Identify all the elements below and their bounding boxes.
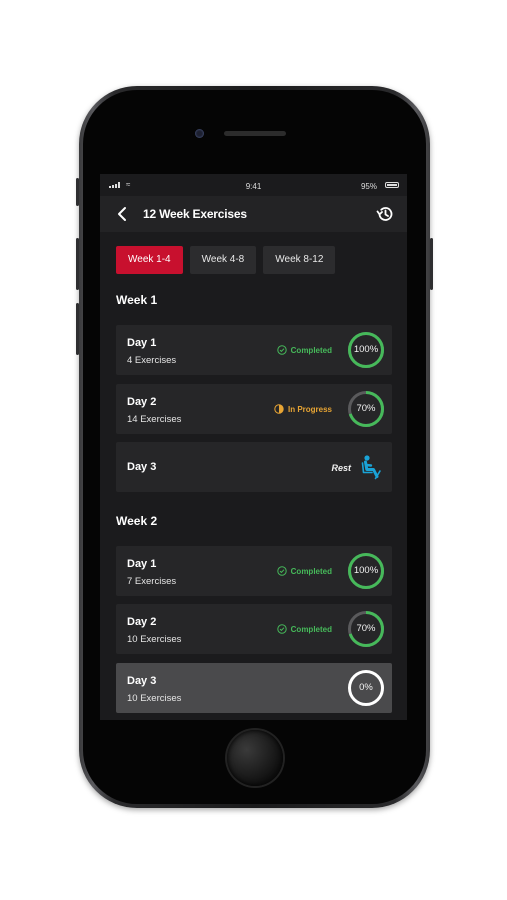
day-card[interactable]: Day 1 7 Exercises Completed 100% <box>116 546 392 596</box>
tab-week-8-12[interactable]: Week 8-12 <box>263 246 336 274</box>
volume-down-button <box>76 303 79 355</box>
status-badge: In Progress <box>274 404 332 414</box>
page-title: 12 Week Exercises <box>143 207 247 221</box>
back-arrow-icon[interactable] <box>114 205 132 223</box>
exercise-count: 14 Exercises <box>127 414 182 425</box>
status-text: Completed <box>290 624 332 634</box>
progress-ring: 70% <box>347 390 385 428</box>
exercise-count: 10 Exercises <box>127 634 182 645</box>
status-badge: Completed <box>276 566 332 576</box>
check-circle-icon <box>276 566 287 576</box>
week-section-title: Week 1 <box>116 293 158 307</box>
day-label: Day 2 <box>127 616 157 628</box>
battery-icon <box>385 182 399 188</box>
status-bar: ≈ 9:41 95% <box>100 174 407 196</box>
status-text: In Progress <box>287 404 332 414</box>
progress-percent: 70% <box>356 403 376 414</box>
progress-ring: 100% <box>347 552 385 590</box>
mute-switch <box>76 178 79 206</box>
home-button[interactable] <box>227 730 283 786</box>
day-label: Day 3 <box>127 461 157 473</box>
volume-up-button <box>76 238 79 290</box>
progress-ring: 0% <box>347 669 385 707</box>
progress-ring: 100% <box>347 331 385 369</box>
front-camera <box>195 129 204 138</box>
history-icon[interactable] <box>375 204 395 224</box>
week-tabs: Week 1-4 Week 4-8 Week 8-12 <box>116 246 336 274</box>
half-circle-icon <box>274 404 284 414</box>
day-card[interactable]: Day 1 4 Exercises Completed 100% <box>116 325 392 375</box>
app-screen: ≈ 9:41 95% 12 Week Exercises Week 1-4 We… <box>100 174 407 720</box>
day-card[interactable]: Day 3 Rest <box>116 442 392 492</box>
day-card[interactable]: Day 2 14 Exercises In Progress 70% <box>116 384 392 434</box>
progress-ring: 70% <box>347 610 385 648</box>
status-badge: Completed <box>276 345 332 355</box>
progress-percent: 70% <box>356 623 376 634</box>
tab-week-4-8[interactable]: Week 4-8 <box>189 246 257 274</box>
exercise-count: 7 Exercises <box>127 576 177 587</box>
header-bar: 12 Week Exercises <box>100 196 407 232</box>
rest-label: Rest <box>331 463 351 473</box>
exercise-count: 10 Exercises <box>127 693 182 704</box>
resting-person-icon <box>361 455 381 480</box>
progress-percent: 0% <box>359 682 373 693</box>
status-text: Completed <box>290 566 332 576</box>
day-card[interactable]: Day 2 10 Exercises Completed 70% <box>116 604 392 654</box>
day-label: Day 3 <box>127 675 157 687</box>
week-section-title: Week 2 <box>116 514 158 528</box>
tab-week-1-4[interactable]: Week 1-4 <box>116 246 183 274</box>
progress-percent: 100% <box>353 565 379 576</box>
progress-percent: 100% <box>353 344 379 355</box>
status-text: Completed <box>290 345 332 355</box>
day-label: Day 1 <box>127 337 157 349</box>
day-card-selected[interactable]: Day 3 10 Exercises 0% <box>116 663 392 713</box>
status-badge: Completed <box>276 624 332 634</box>
battery-percent: 95% <box>360 182 377 191</box>
check-circle-icon <box>276 345 287 355</box>
day-label: Day 2 <box>127 396 157 408</box>
check-circle-icon <box>276 624 287 634</box>
exercise-count: 4 Exercises <box>127 355 177 366</box>
day-label: Day 1 <box>127 558 157 570</box>
power-button <box>430 238 433 290</box>
earpiece-speaker <box>224 131 286 136</box>
